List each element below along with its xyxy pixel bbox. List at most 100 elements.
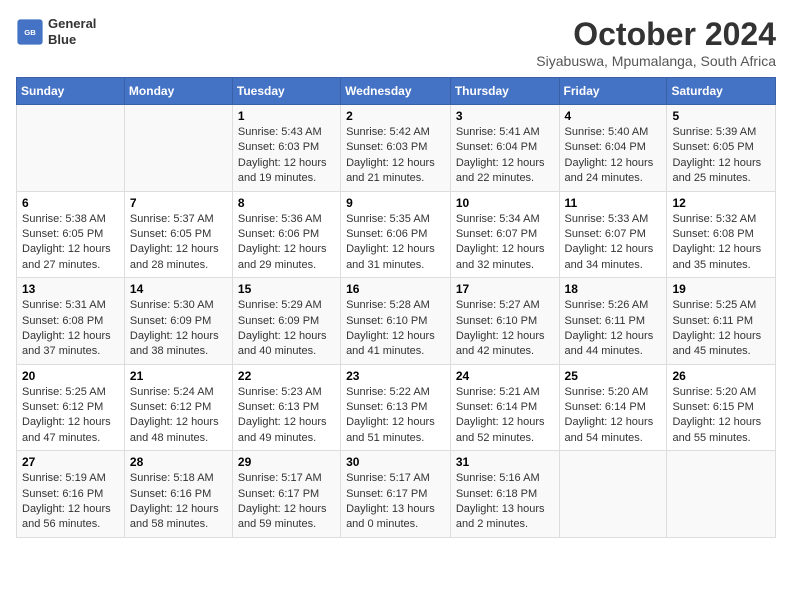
day-info-line: Sunset: 6:07 PM — [565, 228, 646, 240]
logo-icon: GB — [16, 18, 44, 46]
day-info-line: Daylight: 12 hours — [22, 330, 111, 342]
day-info: Sunrise: 5:31 AMSunset: 6:08 PMDaylight:… — [22, 298, 119, 360]
day-number: 27 — [22, 455, 119, 469]
day-info-line: Daylight: 12 hours — [346, 157, 435, 169]
day-info-line: Sunrise: 5:26 AM — [565, 299, 649, 311]
day-info-line: and 22 minutes. — [456, 172, 534, 184]
calendar-day-cell: 7Sunrise: 5:37 AMSunset: 6:05 PMDaylight… — [124, 191, 232, 278]
calendar-day-cell: 23Sunrise: 5:22 AMSunset: 6:13 PMDayligh… — [341, 364, 451, 451]
day-number: 29 — [238, 455, 335, 469]
day-info-line: and 24 minutes. — [565, 172, 643, 184]
day-info-line: Sunrise: 5:41 AM — [456, 126, 540, 138]
calendar-day-cell: 26Sunrise: 5:20 AMSunset: 6:15 PMDayligh… — [667, 364, 776, 451]
day-info: Sunrise: 5:33 AMSunset: 6:07 PMDaylight:… — [565, 212, 662, 274]
day-info: Sunrise: 5:21 AMSunset: 6:14 PMDaylight:… — [456, 385, 554, 447]
day-info-line: Sunset: 6:18 PM — [456, 488, 537, 500]
weekday-header: Thursday — [450, 78, 559, 105]
calendar-day-cell: 30Sunrise: 5:17 AMSunset: 6:17 PMDayligh… — [341, 451, 451, 538]
day-info-line: Daylight: 13 hours — [456, 503, 545, 515]
day-info-line: Daylight: 12 hours — [456, 416, 545, 428]
day-number: 28 — [130, 455, 227, 469]
day-info-line: Daylight: 12 hours — [456, 157, 545, 169]
calendar-week-row: 1Sunrise: 5:43 AMSunset: 6:03 PMDaylight… — [17, 105, 776, 192]
day-number: 8 — [238, 196, 335, 210]
day-info-line: Sunset: 6:09 PM — [130, 315, 211, 327]
day-info: Sunrise: 5:22 AM Sunset: 6:13 PM Daylight:… — [346, 385, 445, 447]
day-info-line: Daylight: 12 hours — [346, 416, 435, 428]
day-number: 6 — [22, 196, 119, 210]
day-info: Sunrise: 5:19 AMSunset: 6:16 PMDaylight:… — [22, 471, 119, 533]
day-number: 20 — [22, 369, 119, 383]
day-info: Sunrise: 5:32 AM Sunset: 6:08 PM Daylight:… — [672, 212, 770, 274]
day-info-line: and 54 minutes. — [565, 432, 643, 444]
day-info-line: Daylight: 12 hours — [565, 416, 654, 428]
day-info-line: Daylight: 12 hours — [130, 243, 219, 255]
weekday-header: Wednesday — [341, 78, 451, 105]
day-info-line: Sunrise: 5:38 AM — [22, 213, 106, 225]
day-info-line: Daylight: 12 hours — [238, 157, 327, 169]
day-info-line: and 41 minutes. — [346, 345, 424, 357]
weekday-header: Friday — [559, 78, 667, 105]
month-title: October 2024 — [536, 16, 776, 53]
day-info-line: Sunrise: 5:40 AM — [565, 126, 649, 138]
day-info-line: Sunset: 6:05 PM — [672, 141, 753, 153]
day-info-line: and 31 minutes. — [346, 259, 424, 271]
day-info-line: Sunrise: 5:32 AM — [672, 213, 756, 225]
day-info-line: Sunset: 6:10 PM — [456, 315, 537, 327]
day-info-line: Daylight: 12 hours — [672, 243, 761, 255]
day-info: Sunrise: 5:27 AM Sunset: 6:10 PM Daylight:… — [456, 298, 554, 360]
calendar-day-cell: 6 Sunrise: 5:38 AMSunset: 6:05 PMDaylight… — [17, 191, 125, 278]
weekday-header: Saturday — [667, 78, 776, 105]
day-info-line: Daylight: 12 hours — [238, 416, 327, 428]
day-info-line: Sunset: 6:13 PM — [346, 401, 427, 413]
weekday-header: Tuesday — [232, 78, 340, 105]
day-info-line: and 56 minutes. — [22, 518, 100, 530]
day-number: 26 — [672, 369, 770, 383]
logo-line1: General — [48, 16, 96, 32]
day-number: 21 — [130, 369, 227, 383]
day-info: Sunrise: 5:38 AMSunset: 6:05 PMDaylight:… — [22, 212, 119, 274]
day-number: 17 — [456, 282, 554, 296]
day-info: Sunrise: 5:28 AMSunset: 6:10 PMDaylight:… — [346, 298, 445, 360]
day-info-line: Sunset: 6:08 PM — [672, 228, 753, 240]
day-number: 13 — [22, 282, 119, 296]
day-info-line: Sunrise: 5:22 AM — [346, 386, 430, 398]
day-info-line: Sunrise: 5:23 AM — [238, 386, 322, 398]
day-info-line: Sunset: 6:11 PM — [672, 315, 753, 327]
calendar-day-cell: 21Sunrise: 5:24 AMSunset: 6:12 PMDayligh… — [124, 364, 232, 451]
day-info-line: and 2 minutes. — [456, 518, 528, 530]
day-info-line: Daylight: 12 hours — [238, 330, 327, 342]
day-info-line: Sunset: 6:04 PM — [456, 141, 537, 153]
day-info-line: and 45 minutes. — [672, 345, 750, 357]
day-info-line: Daylight: 12 hours — [130, 330, 219, 342]
day-info-line: and 25 minutes. — [672, 172, 750, 184]
calendar-day-cell — [667, 451, 776, 538]
day-info-line: Sunrise: 5:27 AM — [456, 299, 540, 311]
day-info: Sunrise: 5:17 AMSunset: 6:17 PMDaylight:… — [346, 471, 445, 533]
day-number: 4 — [565, 109, 662, 123]
day-info-line: Daylight: 12 hours — [456, 243, 545, 255]
day-info-line: Sunset: 6:13 PM — [238, 401, 319, 413]
day-info-line: Sunrise: 5:25 AM — [672, 299, 756, 311]
day-info: Sunrise: 5:23 AM Sunset: 6:13 PM Daylight:… — [238, 385, 335, 447]
day-info-line: Sunset: 6:15 PM — [672, 401, 753, 413]
day-info-line: Daylight: 12 hours — [238, 503, 327, 515]
day-number: 15 — [238, 282, 335, 296]
page-header: GB General Blue October 2024 Siyabuswa, … — [16, 16, 776, 69]
day-info-line: Daylight: 12 hours — [346, 243, 435, 255]
day-info-line: Sunset: 6:03 PM — [238, 141, 319, 153]
calendar-day-cell: 2Sunrise: 5:42 AMSunset: 6:03 PMDaylight… — [341, 105, 451, 192]
day-info-line: Sunset: 6:05 PM — [130, 228, 211, 240]
day-info-line: Daylight: 12 hours — [456, 330, 545, 342]
day-number: 18 — [565, 282, 662, 296]
day-info-line: Sunrise: 5:24 AM — [130, 386, 214, 398]
day-number: 16 — [346, 282, 445, 296]
day-info: Sunrise: 5:42 AMSunset: 6:03 PMDaylight:… — [346, 125, 445, 187]
day-number: 7 — [130, 196, 227, 210]
calendar-day-cell: 14Sunrise: 5:30 AMSunset: 6:09 PMDayligh… — [124, 278, 232, 365]
day-number: 1 — [238, 109, 335, 123]
calendar-day-cell: 24Sunrise: 5:21 AMSunset: 6:14 PMDayligh… — [450, 364, 559, 451]
calendar-header-row: SundayMondayTuesdayWednesdayThursdayFrid… — [17, 78, 776, 105]
day-info-line: and 34 minutes. — [565, 259, 643, 271]
day-number: 14 — [130, 282, 227, 296]
